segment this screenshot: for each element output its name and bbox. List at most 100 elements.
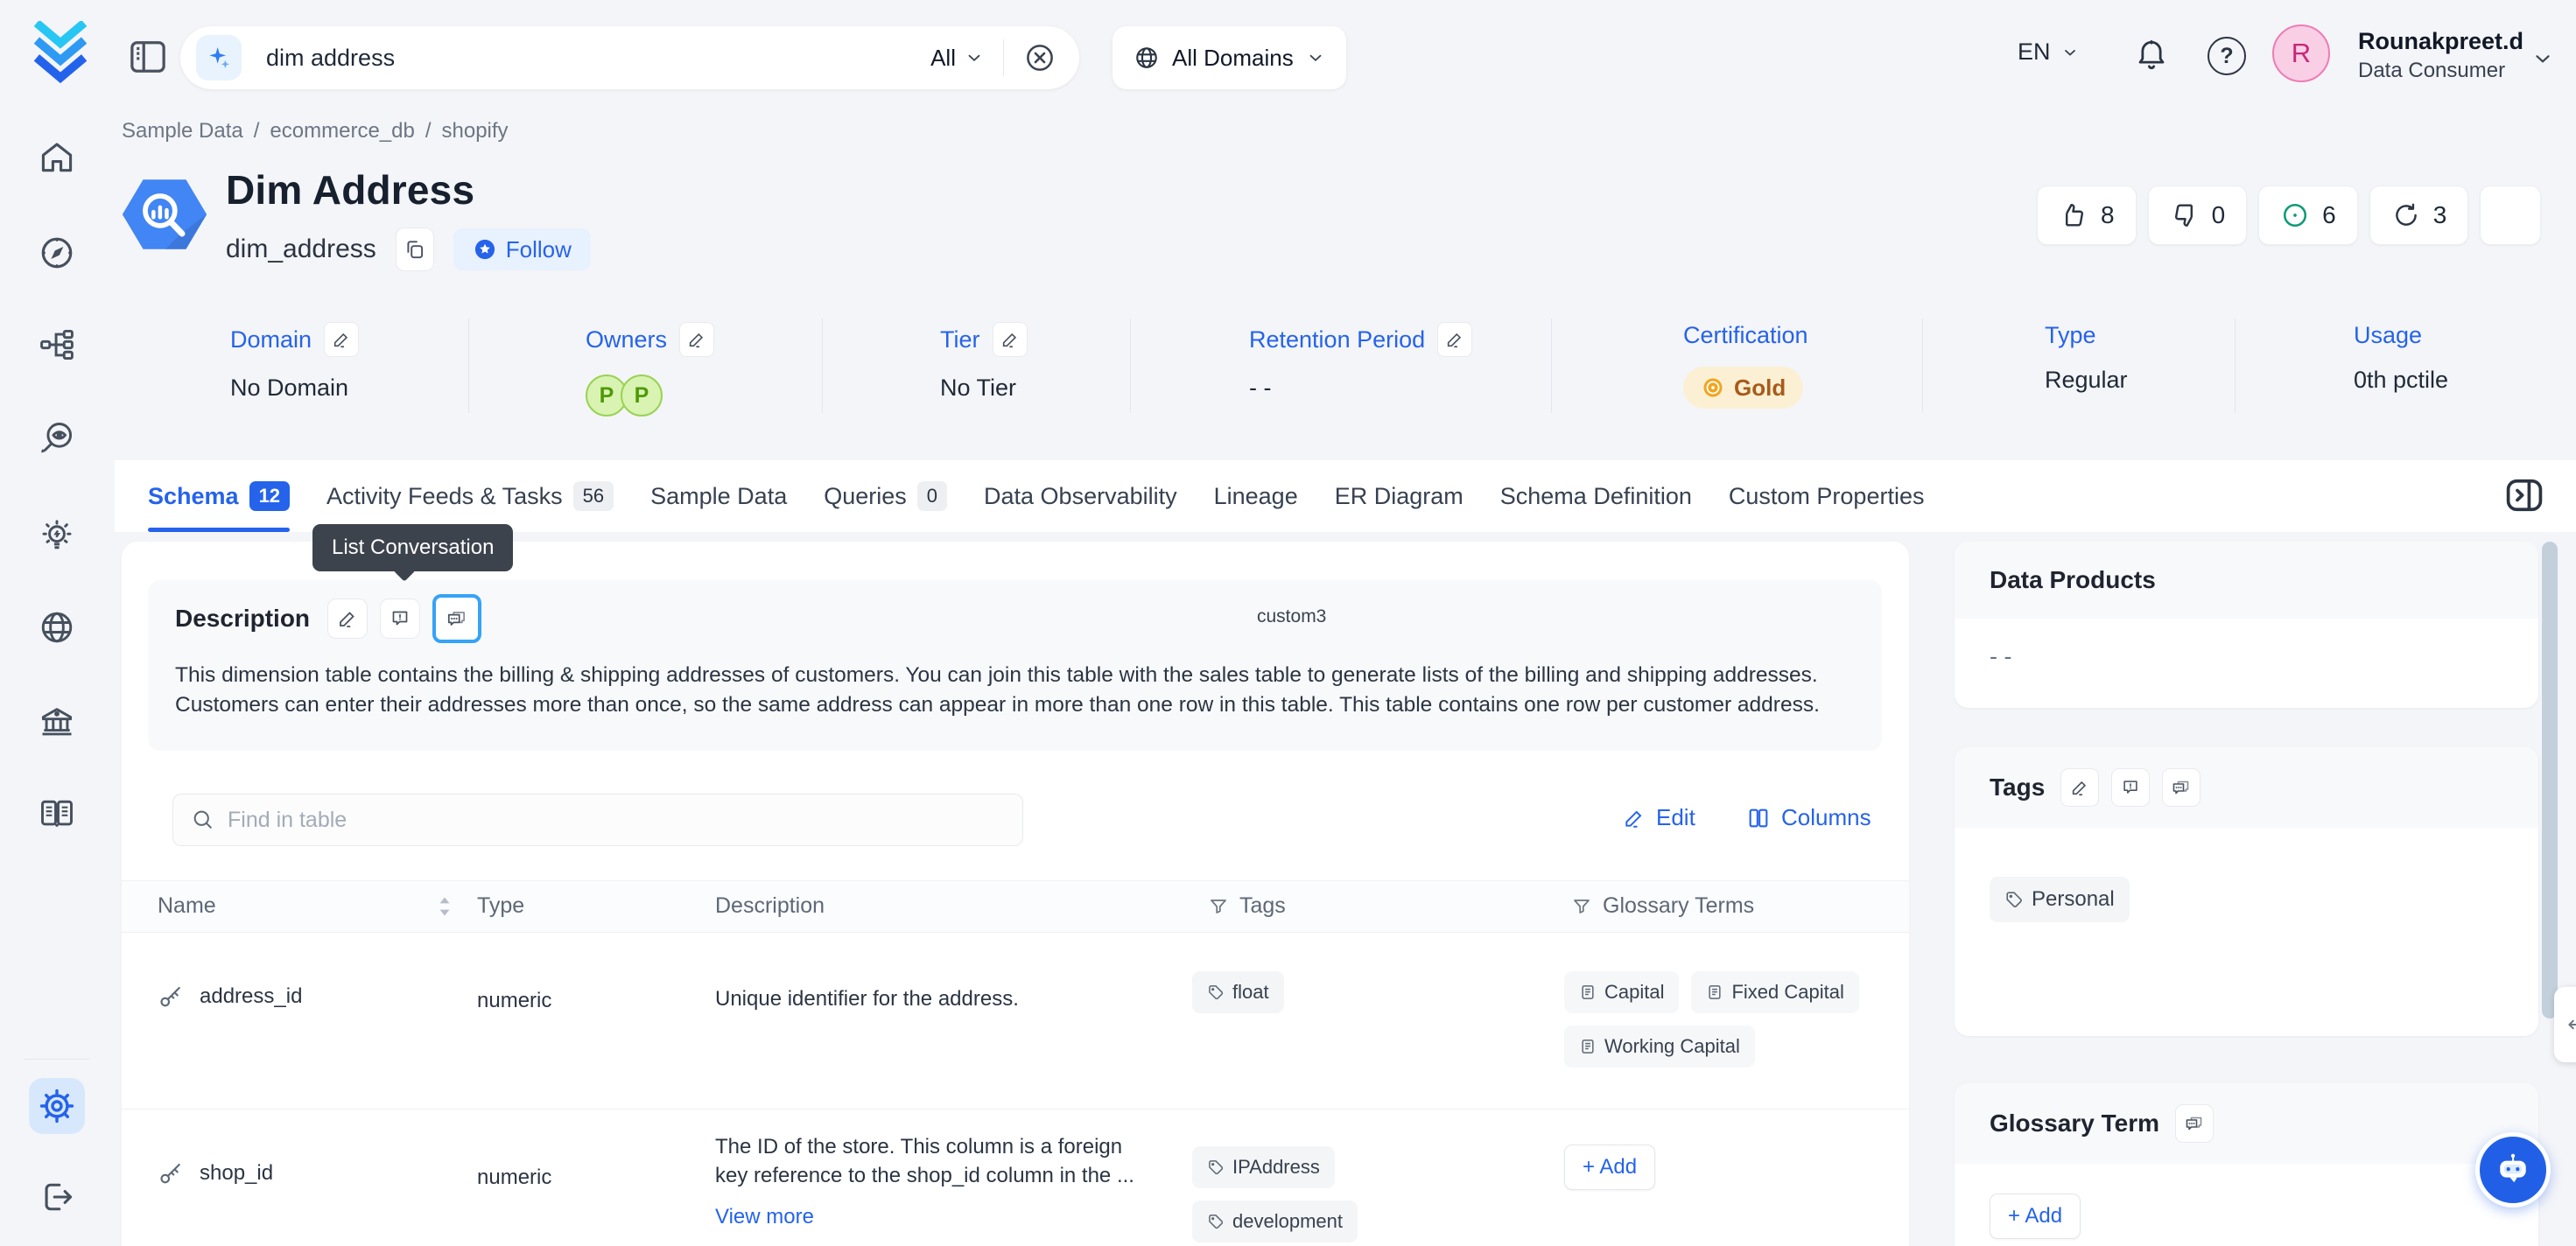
sidebar-item-home[interactable] <box>29 130 85 186</box>
owner-avatar[interactable]: P <box>621 374 663 416</box>
tab-er-diagram[interactable]: ER Diagram <box>1335 460 1463 532</box>
tab-schema-definition[interactable]: Schema Definition <box>1500 460 1692 532</box>
all-domains-dropdown[interactable]: All Domains <box>1113 26 1346 89</box>
question-bubble-button[interactable] <box>380 598 420 639</box>
collapse-panel-button[interactable] <box>2502 472 2547 518</box>
tag-pill[interactable]: Personal <box>1990 877 2130 922</box>
sidebar-item-glossary[interactable] <box>29 786 85 842</box>
user-avatar[interactable]: R <box>2272 24 2330 82</box>
certification-badge[interactable]: Gold <box>1683 367 1803 409</box>
refresh-button[interactable]: 3 <box>2369 186 2469 245</box>
meta-tier: Tier No Tier <box>940 322 1028 402</box>
domain-label[interactable]: Domain <box>230 326 312 354</box>
breadcrumb-item[interactable]: ecommerce_db <box>270 119 414 144</box>
glossary-term-pill[interactable]: Fixed Capital <box>1691 971 1858 1013</box>
list-conversation-icon[interactable] <box>2162 768 2200 807</box>
edit-description-button[interactable] <box>327 598 368 639</box>
follow-button[interactable]: Follow <box>453 228 591 270</box>
sidebar-item-signout[interactable] <box>29 1169 85 1225</box>
sidebar-item-governance[interactable] <box>29 694 85 750</box>
clear-search-button[interactable] <box>1023 41 1056 74</box>
tag-pill[interactable]: development <box>1192 1200 1358 1242</box>
sidebar-toggle-button[interactable] <box>128 38 168 75</box>
breadcrumb: Sample Data / ecommerce_db / shopify <box>122 119 509 144</box>
list-conversation-button[interactable] <box>432 594 481 643</box>
filter-icon[interactable] <box>1208 896 1229 917</box>
type-label[interactable]: Type <box>2045 322 2096 349</box>
downvote-button[interactable]: 0 <box>2148 186 2248 245</box>
tab-queries[interactable]: Queries0 <box>824 460 947 532</box>
custom-attribute-label: custom3 <box>1257 606 1326 627</box>
sidebar-item-settings[interactable] <box>29 1078 85 1134</box>
column-header-type[interactable]: Type <box>477 893 524 919</box>
list-conversation-icon[interactable] <box>2175 1104 2214 1143</box>
sidebar-item-observe[interactable] <box>29 410 85 466</box>
question-bubble-button[interactable] <box>2111 768 2150 807</box>
tab-label: ER Diagram <box>1335 483 1463 510</box>
sidebar-item-discover[interactable] <box>29 225 85 281</box>
user-menu[interactable]: Rounakpreet.d Data Consumer <box>2358 28 2523 83</box>
filter-icon[interactable] <box>1571 896 1592 917</box>
edit-table-button[interactable]: Edit <box>1623 804 1695 831</box>
search-scope-dropdown[interactable]: All <box>930 45 984 72</box>
tag-pill[interactable]: float <box>1192 971 1284 1013</box>
edit-tags-button[interactable] <box>2060 768 2099 807</box>
edit-domain-button[interactable] <box>324 322 359 357</box>
certification-label[interactable]: Certification <box>1683 322 1808 349</box>
tab-data-observability[interactable]: Data Observability <box>984 460 1177 532</box>
column-header-name[interactable]: Name <box>158 893 216 919</box>
more-actions-button[interactable] <box>2480 186 2541 245</box>
tab-sample-data[interactable]: Sample Data <box>650 460 787 532</box>
search-divider <box>1003 39 1004 76</box>
notifications-button[interactable] <box>2133 35 2170 72</box>
owners-label[interactable]: Owners <box>586 326 667 354</box>
edit-retention-button[interactable] <box>1437 322 1472 357</box>
sort-icon[interactable] <box>438 896 452 917</box>
edit-owners-button[interactable] <box>679 322 714 357</box>
sidebar-item-web[interactable] <box>29 599 85 655</box>
sidebar-item-lineage[interactable] <box>29 317 85 373</box>
refresh-icon <box>2391 200 2421 230</box>
column-header-glossary[interactable]: Glossary Terms <box>1571 893 1754 919</box>
find-in-table <box>172 794 1023 846</box>
tier-label[interactable]: Tier <box>940 326 980 354</box>
columns-button[interactable]: Columns <box>1746 804 1871 831</box>
chatbot-button[interactable] <box>2475 1132 2551 1208</box>
table-row[interactable]: address_id numeric Unique identifier for… <box>122 933 1909 1109</box>
glossary-term-pill[interactable]: Capital <box>1564 971 1679 1013</box>
scrollbar-thumb[interactable] <box>2542 542 2558 1018</box>
help-button[interactable]: ? <box>2207 37 2246 75</box>
add-glossary-term-button[interactable]: + Add <box>1564 1144 1655 1190</box>
table-row[interactable]: shop_id numeric The ID of the store. Thi… <box>122 1109 1909 1246</box>
tag-pill[interactable]: IPAddress <box>1192 1146 1335 1188</box>
chevron-down-icon[interactable] <box>2531 47 2554 70</box>
watchers-button[interactable]: 6 <box>2258 186 2358 245</box>
search-input[interactable] <box>266 45 930 72</box>
usage-label[interactable]: Usage <box>2354 322 2422 349</box>
add-glossary-term-button[interactable]: + Add <box>1990 1194 2081 1239</box>
tags-header: Tags <box>1955 747 2538 828</box>
tab-custom-properties[interactable]: Custom Properties <box>1729 460 1925 532</box>
copy-name-button[interactable] <box>396 228 434 271</box>
edit-tier-button[interactable] <box>993 322 1028 357</box>
language-dropdown[interactable]: EN <box>2018 38 2079 66</box>
domain-value: No Domain <box>230 374 359 402</box>
column-header-tags[interactable]: Tags <box>1208 893 1286 919</box>
column-header-description[interactable]: Description <box>715 893 825 919</box>
breadcrumb-item[interactable]: Sample Data <box>122 119 243 144</box>
find-in-table-input[interactable] <box>228 808 1005 833</box>
upvote-button[interactable]: 8 <box>2037 186 2137 245</box>
view-more-link[interactable]: View more <box>715 1202 1153 1231</box>
columns-icon <box>1746 806 1771 830</box>
tab-schema[interactable]: Schema12 <box>148 460 290 532</box>
atlan-logo[interactable] <box>32 21 89 84</box>
sidebar-item-insights[interactable] <box>29 508 85 564</box>
tab-activity-feeds[interactable]: Activity Feeds & Tasks56 <box>326 460 614 532</box>
glossary-term-pill[interactable]: Working Capital <box>1564 1026 1755 1068</box>
language-label: EN <box>2018 38 2051 66</box>
tab-lineage[interactable]: Lineage <box>1214 460 1298 532</box>
edge-handle-button[interactable] <box>2554 987 2576 1062</box>
breadcrumb-item[interactable]: shopify <box>442 119 509 144</box>
column-description: The ID of the store. This column is a fo… <box>715 1132 1153 1231</box>
retention-label[interactable]: Retention Period <box>1249 326 1425 354</box>
